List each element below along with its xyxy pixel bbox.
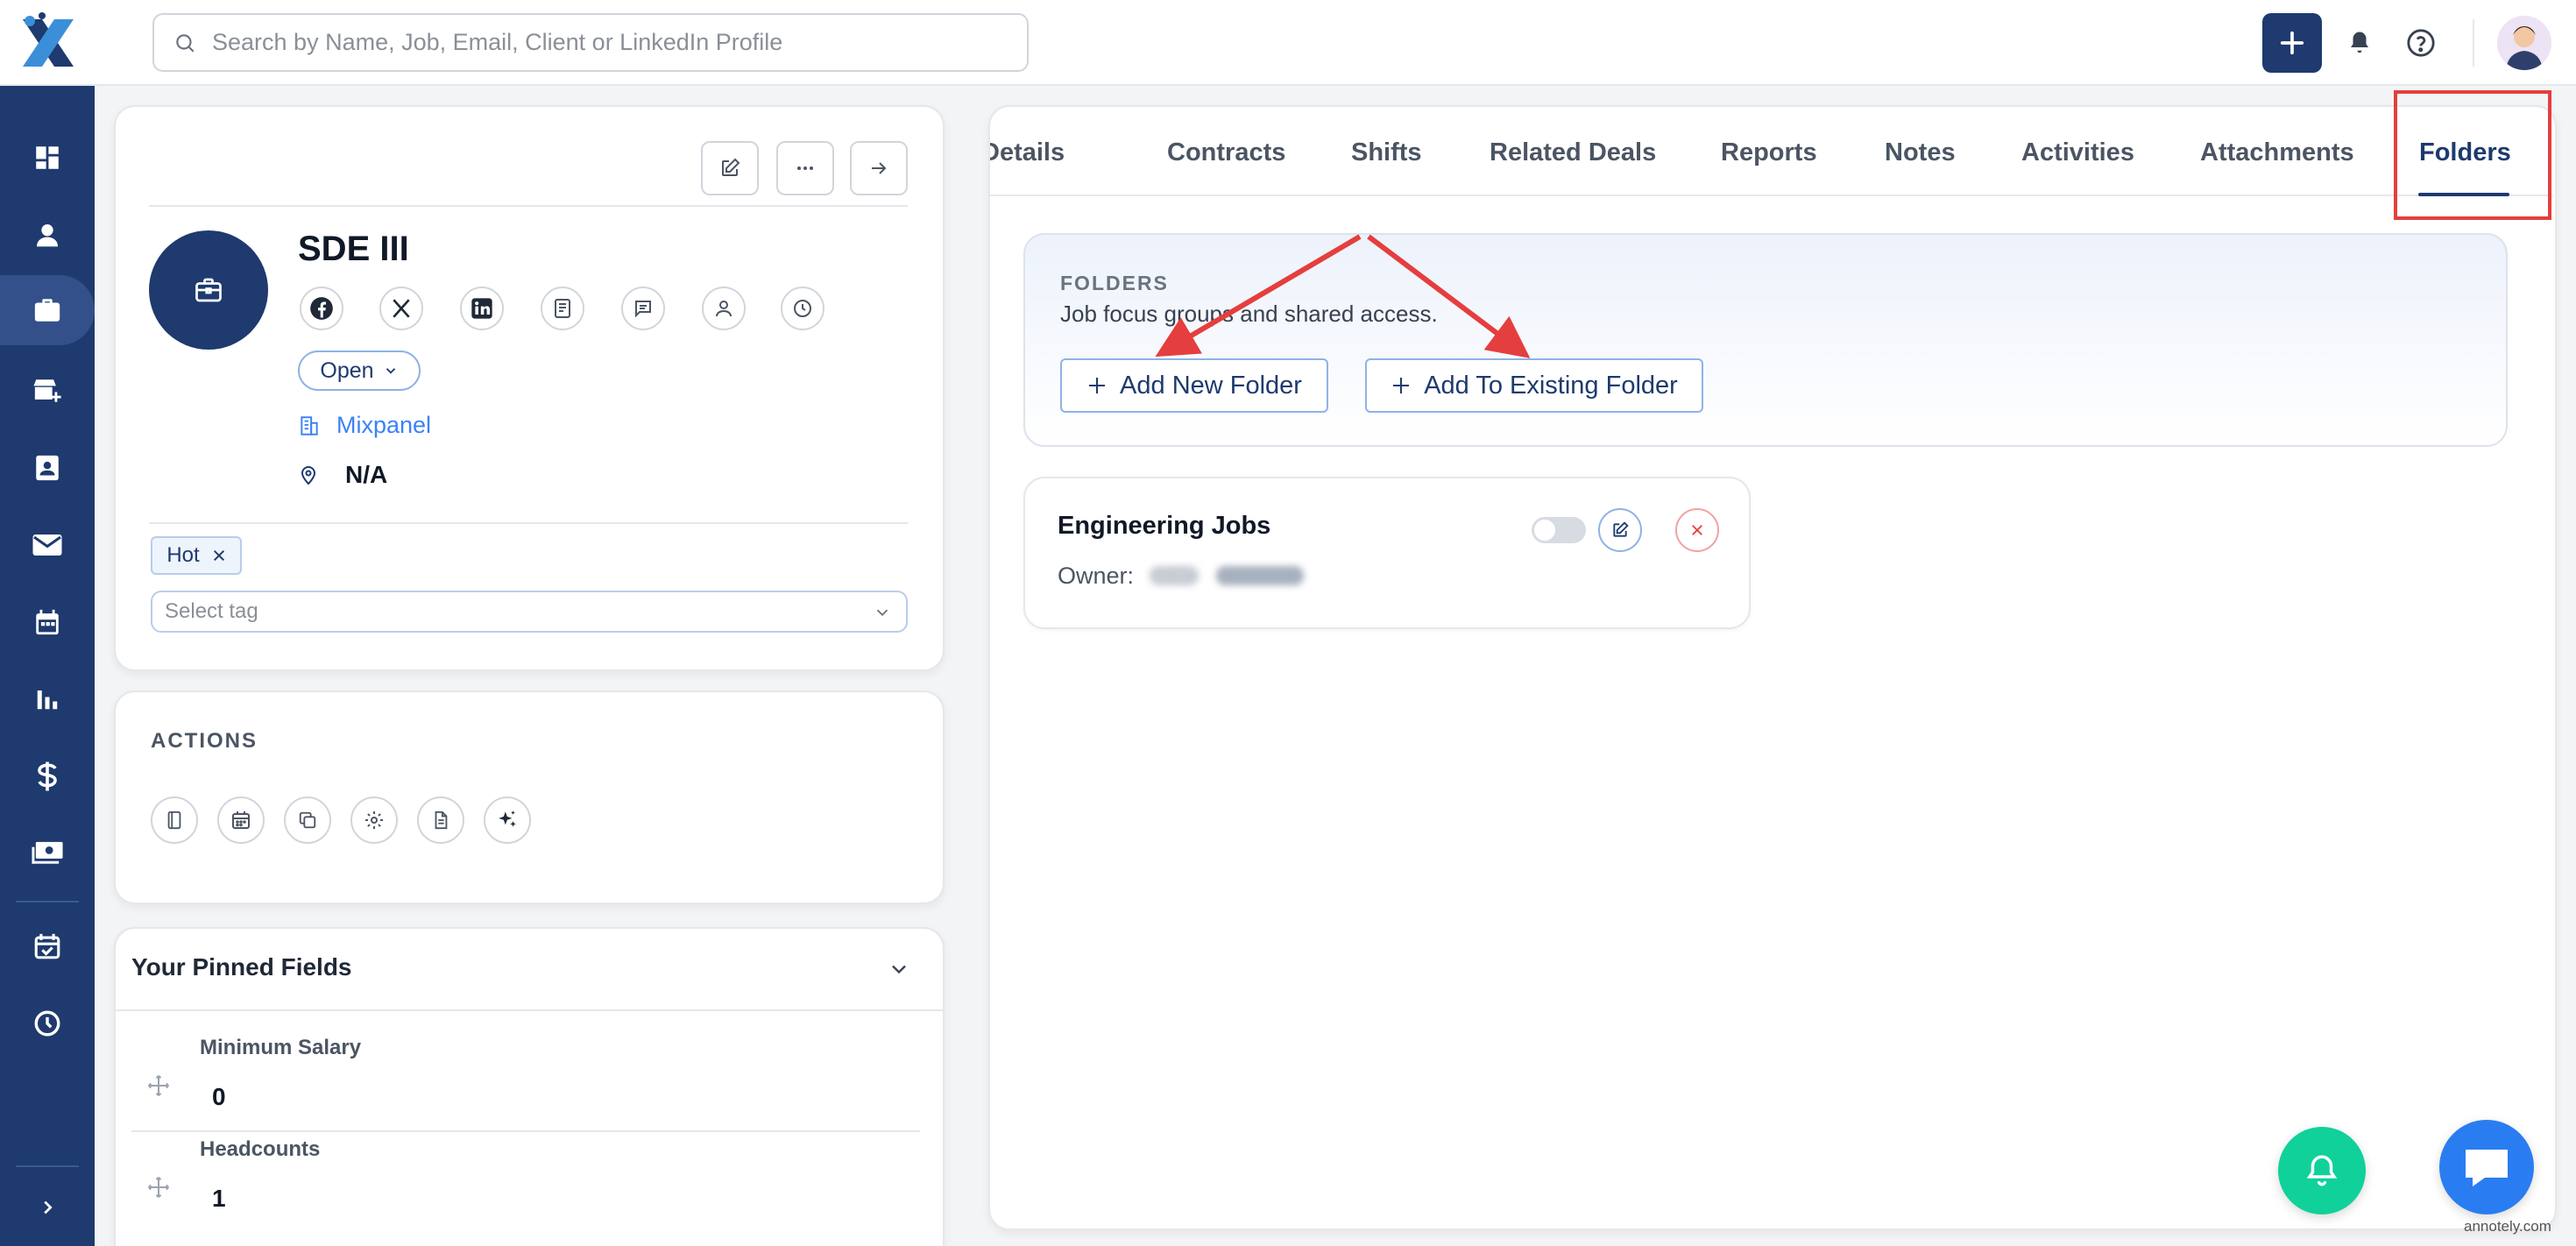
edit-icon (1611, 521, 1629, 539)
owner-redacted (1216, 566, 1304, 585)
folder-card[interactable] (1023, 477, 1751, 629)
edit-folder-button[interactable] (1598, 508, 1642, 552)
watermark: annotely.com (2464, 1218, 2551, 1235)
folder-owner-label: Owner: (1058, 563, 1135, 589)
close-icon (1689, 522, 1705, 538)
owner-redacted (1176, 566, 1199, 585)
folder-share-toggle[interactable] (1532, 517, 1586, 543)
bell-icon (2304, 1151, 2340, 1190)
notifications-fab[interactable] (2278, 1127, 2366, 1214)
remove-folder-button[interactable] (1675, 508, 1719, 552)
chat-icon (2460, 1144, 2513, 1190)
folder-name: Engineering Jobs (1058, 512, 1271, 540)
chat-fab[interactable] (2439, 1120, 2534, 1214)
